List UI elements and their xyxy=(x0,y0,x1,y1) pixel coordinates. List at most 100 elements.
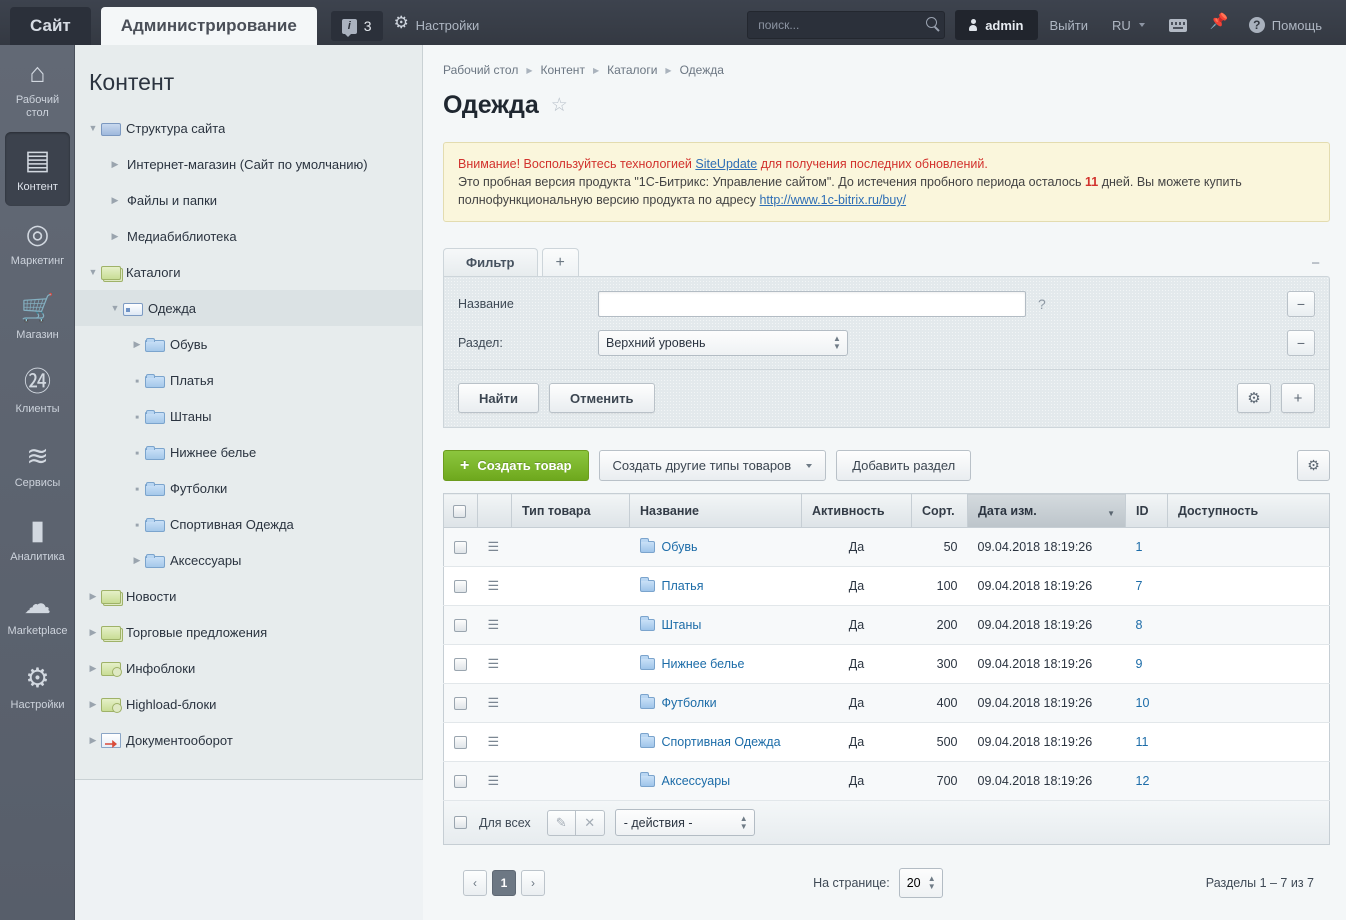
tree-node-2[interactable]: Файлы и папки xyxy=(75,182,422,218)
tree-node-16[interactable]: Highload-блоки xyxy=(75,686,422,722)
search-icon[interactable] xyxy=(926,17,937,28)
prev-page-button[interactable]: ‹ xyxy=(463,870,487,896)
row-checkbox[interactable] xyxy=(454,736,467,749)
row-actions-menu-icon[interactable]: ☰ xyxy=(488,698,501,708)
tree-node-15[interactable]: Инфоблоки xyxy=(75,650,422,686)
pencil-icon[interactable]: ✎ xyxy=(547,810,576,836)
rail-item-6[interactable]: ▮Аналитика xyxy=(0,502,75,576)
add-filter-field-button[interactable]: + xyxy=(1281,383,1315,413)
chevron-right-icon[interactable] xyxy=(85,664,101,673)
tree-node-4[interactable]: Каталоги xyxy=(75,254,422,290)
chevron-right-icon[interactable] xyxy=(85,628,101,637)
column-header-1[interactable]: Название xyxy=(630,494,802,528)
search-input[interactable] xyxy=(747,11,945,39)
tab-filter[interactable]: Фильтр xyxy=(443,248,538,276)
page-1-button[interactable]: 1 xyxy=(492,870,516,896)
find-button[interactable]: Найти xyxy=(458,383,539,413)
breadcrumb-item-2[interactable]: Каталоги xyxy=(607,63,657,77)
bulk-actions-select[interactable]: - действия - xyxy=(615,809,755,836)
table-row[interactable]: ☰АксессуарыДа70009.04.2018 18:19:2612 xyxy=(444,762,1330,801)
collapse-filter-button[interactable]: − xyxy=(1311,256,1320,271)
select-all-checkbox[interactable] xyxy=(453,505,466,518)
id-link[interactable]: 9 xyxy=(1136,657,1143,671)
hotkeys-button[interactable] xyxy=(1157,8,1199,42)
user-menu-button[interactable]: admin xyxy=(955,10,1037,40)
language-switcher[interactable]: RU xyxy=(1100,8,1157,42)
column-header-3[interactable]: Сорт. xyxy=(912,494,968,528)
section-link[interactable]: Спортивная Одежда xyxy=(662,735,781,749)
tree-node-9[interactable]: Нижнее белье xyxy=(75,434,422,470)
remove-filter-section-button[interactable]: − xyxy=(1287,330,1315,356)
column-header-0[interactable]: Тип товара xyxy=(512,494,630,528)
section-link[interactable]: Обувь xyxy=(662,540,698,554)
section-link[interactable]: Штаны xyxy=(662,618,702,632)
table-row[interactable]: ☰Нижнее бельеДа30009.04.2018 18:19:269 xyxy=(444,645,1330,684)
chevron-right-icon[interactable] xyxy=(129,556,145,565)
chevron-right-icon[interactable] xyxy=(129,340,145,349)
table-row[interactable]: ☰Спортивная ОдеждаДа50009.04.2018 18:19:… xyxy=(444,723,1330,762)
column-header-6[interactable]: Доступность xyxy=(1168,494,1330,528)
help-link[interactable]: ? Помощь xyxy=(1237,8,1334,42)
per-page-select[interactable]: 20 xyxy=(899,868,943,898)
section-link[interactable]: Аксессуары xyxy=(662,774,731,788)
row-actions-menu-icon[interactable]: ☰ xyxy=(488,581,501,591)
row-actions-menu-icon[interactable]: ☰ xyxy=(488,659,501,669)
logout-link[interactable]: Выйти xyxy=(1038,8,1101,42)
id-link[interactable]: 10 xyxy=(1136,696,1150,710)
chevron-right-icon[interactable] xyxy=(85,592,101,601)
breadcrumb-item-3[interactable]: Одежда xyxy=(680,63,724,77)
create-product-button[interactable]: + Создать товар xyxy=(443,450,589,481)
select-all-bottom-checkbox[interactable] xyxy=(454,816,467,829)
tree-node-17[interactable]: Документооборот xyxy=(75,722,422,758)
tree-node-8[interactable]: Штаны xyxy=(75,398,422,434)
tree-node-13[interactable]: Новости xyxy=(75,578,422,614)
row-checkbox[interactable] xyxy=(454,658,467,671)
notifications-button[interactable]: i 3 xyxy=(331,11,383,41)
tree-node-10[interactable]: Футболки xyxy=(75,470,422,506)
tree-node-7[interactable]: Платья xyxy=(75,362,422,398)
rail-item-8[interactable]: ⚙Настройки xyxy=(0,650,75,724)
row-actions-menu-icon[interactable]: ☰ xyxy=(488,620,501,630)
rail-item-0[interactable]: ⌂Рабочийстол xyxy=(0,45,75,132)
id-link[interactable]: 1 xyxy=(1136,540,1143,554)
row-checkbox[interactable] xyxy=(454,697,467,710)
buy-link[interactable]: http://www.1c-bitrix.ru/buy/ xyxy=(759,193,906,207)
tree-node-6[interactable]: Обувь xyxy=(75,326,422,362)
row-actions-menu-icon[interactable]: ☰ xyxy=(488,737,501,747)
id-link[interactable]: 12 xyxy=(1136,774,1150,788)
next-page-button[interactable]: › xyxy=(521,870,545,896)
chevron-right-icon[interactable] xyxy=(107,232,123,241)
add-filter-tab-button[interactable]: + xyxy=(542,248,579,276)
chevron-right-icon[interactable] xyxy=(107,196,123,205)
grid-settings-button[interactable]: ⚙ xyxy=(1297,450,1330,481)
column-header-4[interactable]: Дата изм.▼ xyxy=(968,494,1126,528)
section-link[interactable]: Нижнее белье xyxy=(662,657,745,671)
chevron-right-icon[interactable] xyxy=(107,160,123,169)
favorite-star-icon[interactable]: ☆ xyxy=(551,96,568,115)
table-row[interactable]: ☰ОбувьДа5009.04.2018 18:19:261 xyxy=(444,528,1330,567)
cancel-filter-button[interactable]: Отменить xyxy=(549,383,655,413)
other-product-types-button[interactable]: Создать другие типы товаров xyxy=(599,450,827,481)
id-link[interactable]: 11 xyxy=(1136,735,1149,749)
row-actions-menu-icon[interactable]: ☰ xyxy=(488,776,501,786)
rail-item-7[interactable]: ☁Marketplace xyxy=(0,576,75,650)
table-row[interactable]: ☰ПлатьяДа10009.04.2018 18:19:267 xyxy=(444,567,1330,606)
breadcrumb-item-0[interactable]: Рабочий стол xyxy=(443,63,518,77)
row-checkbox[interactable] xyxy=(454,541,467,554)
filter-settings-button[interactable]: ⚙ xyxy=(1237,383,1271,413)
remove-filter-name-button[interactable]: − xyxy=(1287,291,1315,317)
chevron-right-icon[interactable] xyxy=(85,736,101,745)
tab-administration[interactable]: Администрирование xyxy=(101,7,317,45)
row-checkbox[interactable] xyxy=(454,619,467,632)
id-link[interactable]: 7 xyxy=(1136,579,1143,593)
chevron-right-icon[interactable] xyxy=(85,700,101,709)
chevron-down-icon[interactable] xyxy=(85,124,101,133)
row-checkbox[interactable] xyxy=(454,775,467,788)
siteupdate-link[interactable]: SiteUpdate xyxy=(695,157,757,171)
row-actions-menu-icon[interactable]: ☰ xyxy=(488,542,501,552)
table-row[interactable]: ☰ШтаныДа20009.04.2018 18:19:268 xyxy=(444,606,1330,645)
tree-node-11[interactable]: Спортивная Одежда xyxy=(75,506,422,542)
tree-node-1[interactable]: Интернет-магазин (Сайт по умолчанию) xyxy=(75,146,422,182)
close-icon[interactable]: ✕ xyxy=(576,810,605,836)
rail-item-3[interactable]: 🛒Магазин xyxy=(0,280,75,354)
